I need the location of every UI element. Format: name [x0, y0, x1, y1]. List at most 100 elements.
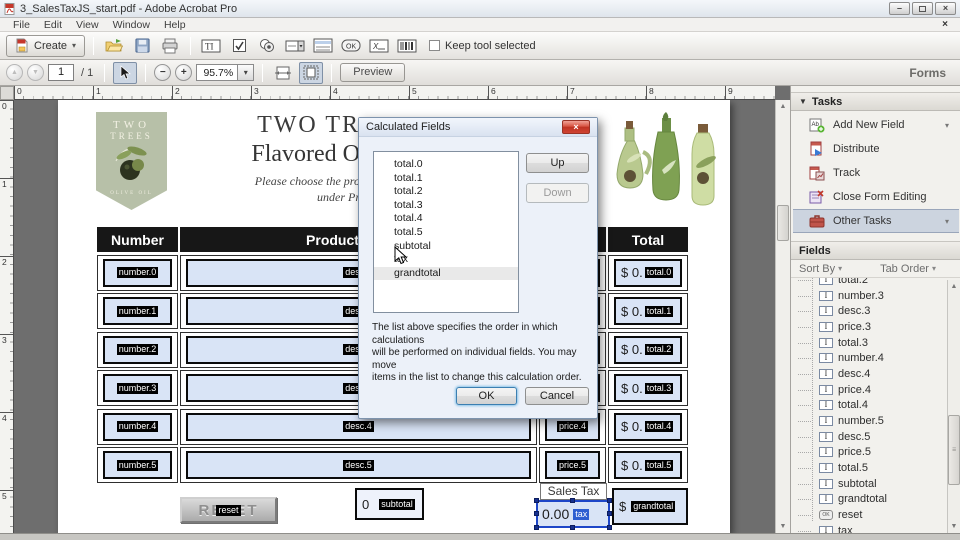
- field-list-item[interactable]: I OK total.4: [798, 398, 948, 414]
- tasks-panel-header[interactable]: ▼ Tasks: [791, 92, 960, 111]
- zoom-in-button[interactable]: +: [175, 64, 193, 81]
- description-field[interactable]: desc.5: [186, 451, 531, 479]
- restore-button[interactable]: [912, 2, 933, 15]
- menu-file[interactable]: File: [6, 19, 37, 31]
- print-button[interactable]: [158, 35, 182, 57]
- total-field[interactable]: $ 0. total.0: [614, 258, 682, 287]
- scroll-down-icon[interactable]: ▼: [776, 520, 790, 533]
- scroll-down-icon[interactable]: ▼: [948, 520, 960, 533]
- field-list-item[interactable]: I OK number.4: [798, 350, 948, 366]
- menu-help[interactable]: Help: [157, 19, 193, 31]
- field-list-item[interactable]: I OK desc.4: [798, 366, 948, 382]
- total-field[interactable]: $ 0. total.3: [614, 374, 682, 402]
- field-list-item[interactable]: I OK desc.5: [798, 429, 948, 445]
- task-track[interactable]: Track: [793, 161, 959, 185]
- fit-page-button[interactable]: [299, 61, 324, 84]
- field-list-item[interactable]: I OK reset: [798, 507, 948, 523]
- tax-field-selected[interactable]: 0.00 tax: [534, 498, 612, 530]
- selection-handle[interactable]: [534, 498, 539, 503]
- next-page-button[interactable]: ▼: [27, 64, 44, 81]
- total-field[interactable]: $ 0. total.4: [614, 412, 682, 441]
- fit-width-button[interactable]: [271, 62, 295, 84]
- field-list-item[interactable]: I OK desc.3: [798, 303, 948, 319]
- task-close-form-editing[interactable]: Close Form Editing: [793, 185, 959, 209]
- calculation-order-item[interactable]: total.0: [374, 158, 518, 172]
- total-field[interactable]: $ 0. total.5: [614, 451, 682, 479]
- save-button[interactable]: [130, 35, 154, 57]
- selection-handle[interactable]: [570, 498, 575, 503]
- text-field-tool[interactable]: TI: [199, 35, 223, 57]
- calculation-order-listbox[interactable]: total.0 total.1 total.2 total.3 total.4 total…: [373, 151, 519, 313]
- number-field[interactable]: number.3: [103, 374, 172, 402]
- list-box-tool[interactable]: [311, 35, 335, 57]
- move-up-button[interactable]: Up: [526, 153, 589, 173]
- zoom-level-value[interactable]: 95.7%: [196, 64, 239, 81]
- number-field[interactable]: number.1: [103, 297, 172, 325]
- task-other-tasks[interactable]: Other Tasks ▾: [793, 209, 959, 233]
- calculation-order-item[interactable]: grandtotal: [374, 266, 518, 281]
- task-add-new-field[interactable]: Ab Add New Field ▾: [793, 113, 959, 137]
- keep-tool-selected[interactable]: Keep tool selected: [429, 40, 536, 52]
- zoom-dropdown-icon[interactable]: ▾: [238, 64, 255, 81]
- total-field[interactable]: $ 0. total.1: [614, 297, 682, 325]
- calculation-order-item[interactable]: total.3: [374, 199, 518, 213]
- create-button[interactable]: Create ▾: [6, 34, 86, 57]
- fields-panel-header[interactable]: Fields: [791, 241, 960, 260]
- grandtotal-field[interactable]: $ grandtotal: [612, 488, 688, 525]
- move-down-button[interactable]: Down: [526, 183, 589, 203]
- selection-handle[interactable]: [607, 525, 612, 530]
- dialog-close-button[interactable]: ×: [562, 120, 590, 134]
- scrollbar-thumb[interactable]: ≡: [948, 415, 960, 485]
- selection-handle[interactable]: [534, 525, 539, 530]
- close-document-icon[interactable]: ×: [942, 19, 954, 30]
- sort-by-dropdown[interactable]: Sort By ▾: [799, 263, 842, 275]
- field-list-item[interactable]: I OK grandtotal: [798, 492, 948, 508]
- selection-handle[interactable]: [570, 525, 575, 530]
- tab-order-dropdown[interactable]: Tab Order ▾: [880, 263, 936, 275]
- zoom-level-select[interactable]: 95.7% ▾: [196, 64, 255, 81]
- field-list-item[interactable]: I OK total.5: [798, 460, 948, 476]
- select-tool-button[interactable]: [113, 61, 138, 84]
- scroll-up-icon[interactable]: ▲: [776, 100, 790, 113]
- field-list-item[interactable]: I OK price.4: [798, 382, 948, 398]
- field-list-item[interactable]: I OK tax: [798, 523, 948, 533]
- field-list-item[interactable]: I OK number.5: [798, 413, 948, 429]
- barcode-tool[interactable]: [395, 35, 419, 57]
- cancel-button[interactable]: Cancel: [525, 387, 589, 405]
- close-button[interactable]: ×: [935, 2, 956, 15]
- open-file-button[interactable]: [102, 35, 126, 57]
- price-field[interactable]: price.5: [545, 451, 600, 479]
- button-tool[interactable]: OK: [339, 35, 363, 57]
- scroll-up-icon[interactable]: ▲: [948, 280, 960, 293]
- menu-window[interactable]: Window: [106, 19, 157, 31]
- checkbox-tool[interactable]: [227, 35, 251, 57]
- reset-button-field[interactable]: RESET reset: [180, 497, 277, 523]
- minimize-button[interactable]: –: [889, 2, 910, 15]
- menu-edit[interactable]: Edit: [37, 19, 69, 31]
- zoom-out-button[interactable]: −: [154, 64, 172, 81]
- field-list-item[interactable]: I OK price.3: [798, 319, 948, 335]
- calculation-order-item[interactable]: total.1: [374, 172, 518, 186]
- radio-button-tool[interactable]: [255, 35, 279, 57]
- field-list-item[interactable]: I OK subtotal: [798, 476, 948, 492]
- preview-button[interactable]: Preview: [340, 63, 406, 82]
- scrollbar-thumb[interactable]: [777, 205, 789, 241]
- number-field[interactable]: number.5: [103, 451, 172, 479]
- field-list-item[interactable]: I OK total.2: [798, 278, 948, 288]
- field-list-item[interactable]: I OK price.5: [798, 445, 948, 461]
- page-number-input[interactable]: 1: [48, 64, 74, 81]
- number-field[interactable]: number.2: [103, 335, 172, 364]
- selection-handle[interactable]: [534, 511, 539, 516]
- ok-button[interactable]: OK: [456, 387, 517, 405]
- combo-box-tool[interactable]: [283, 35, 307, 57]
- previous-page-button[interactable]: ▲: [6, 64, 23, 81]
- task-distribute[interactable]: Distribute: [793, 137, 959, 161]
- number-field[interactable]: number.4: [103, 412, 172, 441]
- dialog-titlebar[interactable]: Calculated Fields ×: [359, 118, 597, 137]
- number-field[interactable]: number.0: [103, 258, 172, 287]
- total-field[interactable]: $ 0. total.2: [614, 335, 682, 364]
- keep-tool-checkbox[interactable]: [429, 40, 441, 51]
- calculation-order-item[interactable]: total.2: [374, 185, 518, 199]
- field-list-item[interactable]: I OK number.3: [798, 288, 948, 304]
- calculation-order-item[interactable]: total.4: [374, 212, 518, 226]
